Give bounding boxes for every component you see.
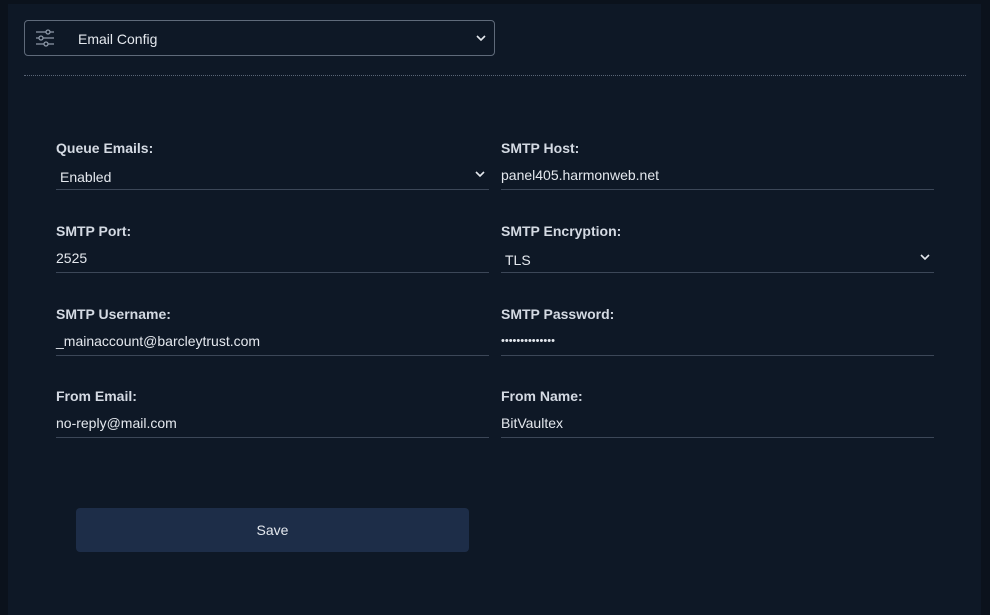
from-name-label: From Name:: [501, 388, 583, 404]
chevron-down-icon: [476, 35, 486, 42]
section-divider: [24, 75, 966, 76]
config-section-select[interactable]: Email Config: [24, 20, 495, 56]
smtp-port-input[interactable]: 2525: [56, 250, 489, 273]
smtp-encryption-value: TLS: [505, 252, 531, 268]
config-section-label: Email Config: [78, 31, 158, 47]
smtp-port-field: SMTP Port: 2525: [56, 223, 489, 273]
smtp-password-field: SMTP Password: ••••••••••••••: [501, 306, 934, 356]
smtp-host-input[interactable]: panel405.harmonweb.net: [501, 167, 934, 190]
smtp-host-label: SMTP Host:: [501, 140, 580, 156]
smtp-username-label: SMTP Username:: [56, 306, 171, 322]
from-name-field: From Name: BitVaultex: [501, 388, 934, 438]
from-email-input[interactable]: no-reply@mail.com: [56, 415, 489, 438]
from-name-input[interactable]: BitVaultex: [501, 415, 934, 438]
smtp-port-label: SMTP Port:: [56, 223, 132, 239]
queue-emails-label: Queue Emails:: [56, 140, 154, 156]
smtp-password-label: SMTP Password:: [501, 306, 615, 322]
from-email-field: From Email: no-reply@mail.com: [56, 388, 489, 438]
smtp-username-field: SMTP Username: _mainaccount@barcleytrust…: [56, 306, 489, 356]
smtp-host-field: SMTP Host: panel405.harmonweb.net: [501, 140, 934, 190]
page-frame: Email Config Queue Emails: Enabled SMTP …: [0, 0, 990, 615]
queue-emails-select[interactable]: Enabled: [56, 167, 489, 190]
smtp-username-input[interactable]: _mainaccount@barcleytrust.com: [56, 333, 489, 356]
save-button[interactable]: Save: [76, 508, 469, 552]
queue-emails-field: Queue Emails: Enabled: [56, 140, 489, 190]
queue-emails-value: Enabled: [60, 169, 112, 185]
chevron-down-icon: [920, 254, 930, 261]
smtp-password-input[interactable]: ••••••••••••••: [501, 333, 934, 356]
smtp-encryption-field: SMTP Encryption: TLS: [501, 223, 934, 273]
sliders-icon: [36, 29, 54, 47]
chevron-down-icon: [475, 171, 485, 178]
smtp-encryption-label: SMTP Encryption:: [501, 223, 622, 239]
smtp-encryption-select[interactable]: TLS: [501, 250, 934, 273]
from-email-label: From Email:: [56, 388, 137, 404]
